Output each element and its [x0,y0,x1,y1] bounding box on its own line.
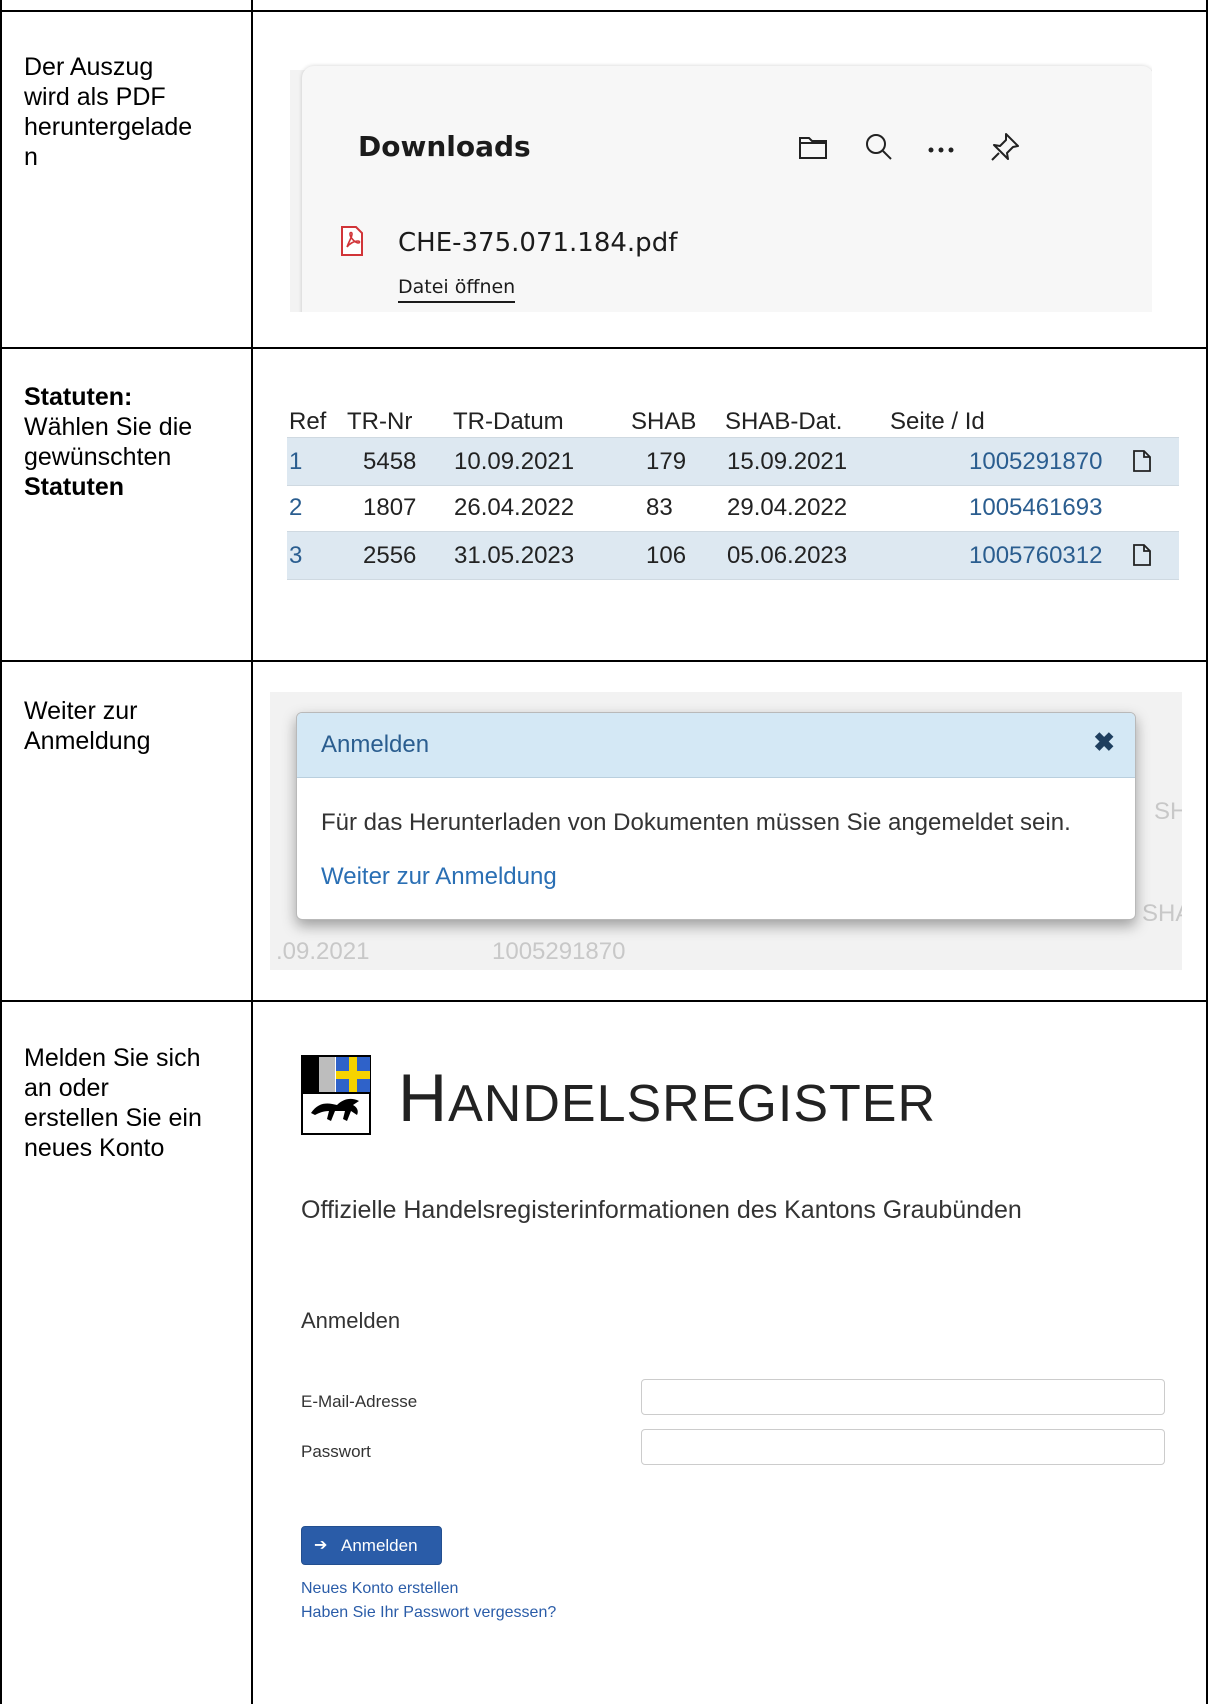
forgot-password-link[interactable]: Haben Sie Ihr Passwort vergessen? [301,1604,556,1622]
cell-shab-dat: 29.04.2022 [727,494,848,521]
instruction-line: an oder [24,1074,109,1102]
cell-seite-id-link[interactable]: 1005461693 [969,484,1102,531]
instruction-download: Der Auszug wird als PDF heruntergelade n [24,52,192,172]
cell-shab: 83 [646,494,673,521]
dialog-header: Anmelden ✖ [297,713,1135,778]
brand-rest: ANDELSREGISTER [448,1075,936,1133]
login-required-dialog: Anmelden ✖ Für das Herunterladen von Dok… [296,712,1136,920]
table-row[interactable]: 2 1807 26.04.2022 83 29.04.2022 10054616… [287,484,1179,531]
backdrop-text: .09.2021 [276,938,370,965]
instruction-line: wird als PDF [24,83,166,111]
create-account-link[interactable]: Neues Konto erstellen [301,1580,458,1598]
instruction-line: Der Auszug [24,53,154,81]
cell-shab-dat: 15.09.2021 [727,448,848,475]
cell-seite-id-link[interactable]: 1005760312 [969,532,1102,579]
password-field[interactable] [641,1429,1165,1465]
cell-ref: 3 [289,542,303,569]
table-row[interactable]: 1 5458 10.09.2021 179 15.09.2021 1005291… [287,437,1179,486]
table-border-left [0,0,2,1704]
cell-seite-id-link[interactable]: 1005291870 [969,438,1102,485]
graubuenden-coat-of-arms-logo [301,1055,371,1135]
more-icon[interactable] [924,130,958,164]
document-icon[interactable] [1133,450,1151,472]
cell-tr-nr: 5458 [363,448,417,475]
close-icon[interactable]: ✖ [1093,727,1115,758]
continue-to-login-link[interactable]: Weiter zur Anmeldung [321,863,557,891]
email-label: E-Mail-Adresse [301,1392,418,1411]
table-row[interactable]: 3 2556 31.05.2023 106 05.06.2023 1005760… [287,531,1179,580]
table-column-divider [251,0,253,1704]
cell-tr-datum: 31.05.2023 [454,542,575,569]
instruction-line: Weiter zur [24,697,138,725]
downloads-panel: Downloads CHE-375.071.184.pdf Datei öffn… [302,66,1152,312]
table-row-divider [0,660,1208,662]
cell-shab-dat: 05.06.2023 [727,542,848,569]
cell-tr-nr: 1807 [363,494,417,521]
instruction-line: Melden Sie sich [24,1044,201,1072]
backdrop-text: 1005291870 [492,938,626,965]
cell-shab: 106 [646,542,687,569]
instruction-account: Melden Sie sich an oder erstellen Sie ei… [24,1043,202,1163]
brand-initial: H [398,1060,449,1136]
instruction-line: n [24,143,38,171]
instruction-login: Weiter zur Anmeldung [24,696,150,756]
cell-shab: 179 [646,448,687,475]
page-subtitle: Offizielle Handelsregisterinformationen … [301,1196,1022,1224]
table-border-top [0,10,1208,12]
instruction-line: Anmeldung [24,727,151,755]
brand-title: HANDELSREGISTER [398,1056,936,1146]
instruction-line: heruntergelade [24,113,193,141]
table-row-divider [0,1000,1208,1002]
cell-ref: 2 [289,494,303,521]
cell-tr-datum: 10.09.2021 [454,448,575,475]
instruction-line: gewünschten [24,443,172,471]
backdrop-text: SH [1154,798,1182,825]
instruction-line: erstellen Sie ein [24,1104,202,1132]
instruction-bold-label: Statuten [24,473,124,501]
pdf-file-icon [341,226,363,256]
cell-ref: 1 [289,448,303,475]
dialog-title: Anmelden [321,731,430,758]
folder-icon[interactable] [796,130,830,164]
open-file-link[interactable]: Datei öffnen [398,276,516,303]
login-button[interactable]: ➔ Anmelden [301,1526,442,1565]
email-field[interactable] [641,1379,1165,1415]
instruction-statuten: Statuten: Wählen Sie die gewünschten Sta… [24,382,192,502]
downloaded-file-name[interactable]: CHE-375.071.184.pdf [398,228,677,258]
table-row-divider [0,347,1208,349]
cell-tr-nr: 2556 [363,542,417,569]
login-button-label: Anmelden [341,1536,418,1555]
password-label: Passwort [301,1442,371,1461]
document-icon[interactable] [1133,544,1151,566]
instruction-line: neues Konto [24,1134,165,1162]
downloads-screenshot: Downloads CHE-375.071.184.pdf Datei öffn… [290,40,1152,312]
search-icon[interactable] [862,130,896,164]
dialog-message: Für das Herunterladen von Dokumenten müs… [321,809,1071,836]
cell-tr-datum: 26.04.2022 [454,494,575,521]
sign-in-icon: ➔ [314,1537,328,1554]
instruction-bold-label: Statuten: [24,383,133,411]
instruction-table: Der Auszug wird als PDF heruntergelade n… [0,0,1208,1704]
instruction-line: Wählen Sie die [24,413,193,441]
login-heading: Anmelden [301,1308,401,1333]
downloads-title: Downloads [358,130,531,163]
pin-icon[interactable] [988,130,1022,164]
backdrop-text: SHA [1142,900,1182,927]
